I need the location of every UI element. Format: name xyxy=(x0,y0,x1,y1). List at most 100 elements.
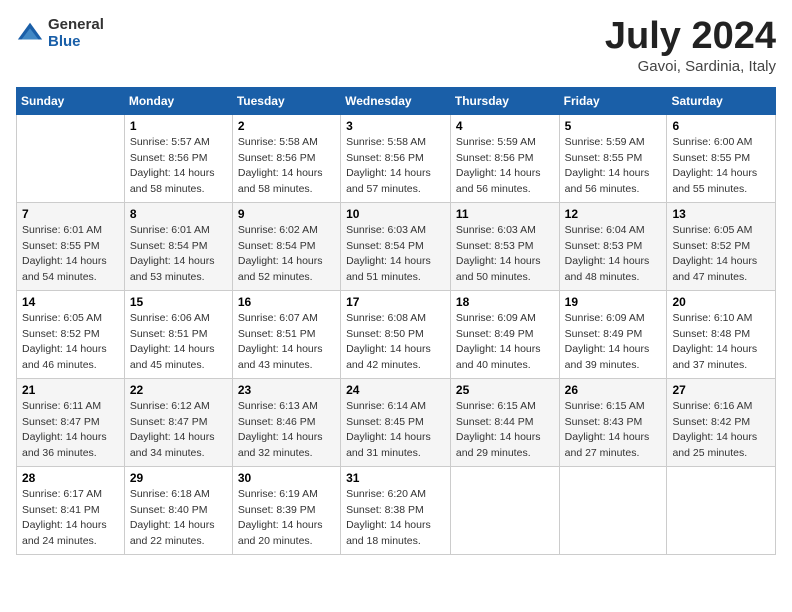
calendar-cell: 12 Sunrise: 6:04 AMSunset: 8:53 PMDayligh… xyxy=(559,202,667,290)
day-info: Sunrise: 6:12 AMSunset: 8:47 PMDaylight:… xyxy=(130,399,227,462)
day-number: 11 xyxy=(456,207,554,221)
calendar-cell xyxy=(450,466,559,554)
calendar-cell: 26 Sunrise: 6:15 AMSunset: 8:43 PMDayligh… xyxy=(559,378,667,466)
day-number: 7 xyxy=(22,207,119,221)
day-info: Sunrise: 6:04 AMSunset: 8:53 PMDaylight:… xyxy=(565,223,662,286)
day-number: 20 xyxy=(672,295,770,309)
calendar-cell: 27 Sunrise: 6:16 AMSunset: 8:42 PMDayligh… xyxy=(667,378,776,466)
day-number: 5 xyxy=(565,119,662,133)
day-info: Sunrise: 6:01 AMSunset: 8:55 PMDaylight:… xyxy=(22,223,119,286)
day-number: 8 xyxy=(130,207,227,221)
calendar-cell: 13 Sunrise: 6:05 AMSunset: 8:52 PMDayligh… xyxy=(667,202,776,290)
weekday-header-tuesday: Tuesday xyxy=(232,87,340,114)
calendar-cell: 18 Sunrise: 6:09 AMSunset: 8:49 PMDayligh… xyxy=(450,290,559,378)
calendar-cell: 19 Sunrise: 6:09 AMSunset: 8:49 PMDayligh… xyxy=(559,290,667,378)
day-number: 17 xyxy=(346,295,445,309)
calendar-week-row: 1Sunrise: 5:57 AMSunset: 8:56 PMDaylight… xyxy=(17,114,776,202)
day-info: Sunrise: 5:58 AMSunset: 8:56 PMDaylight:… xyxy=(346,135,445,198)
day-info: Sunrise: 6:07 AMSunset: 8:51 PMDaylight:… xyxy=(238,311,335,374)
month-year-title: July 2024 xyxy=(605,16,776,58)
day-number: 28 xyxy=(22,471,119,485)
calendar-cell: 24Sunrise: 6:14 AMSunset: 8:45 PMDayligh… xyxy=(341,378,451,466)
day-number: 12 xyxy=(565,207,662,221)
logo-blue: Blue xyxy=(48,33,104,50)
day-info: Sunrise: 5:58 AMSunset: 8:56 PMDaylight:… xyxy=(238,135,335,198)
day-info: Sunrise: 6:19 AMSunset: 8:39 PMDaylight:… xyxy=(238,487,335,550)
day-number: 25 xyxy=(456,383,554,397)
day-info: Sunrise: 6:05 AMSunset: 8:52 PMDaylight:… xyxy=(672,223,770,286)
day-number: 19 xyxy=(565,295,662,309)
day-info: Sunrise: 6:01 AMSunset: 8:54 PMDaylight:… xyxy=(130,223,227,286)
day-number: 2 xyxy=(238,119,335,133)
calendar-cell: 2 Sunrise: 5:58 AMSunset: 8:56 PMDaylight… xyxy=(232,114,340,202)
day-info: Sunrise: 6:11 AMSunset: 8:47 PMDaylight:… xyxy=(22,399,119,462)
calendar-cell: 1Sunrise: 5:57 AMSunset: 8:56 PMDaylight… xyxy=(124,114,232,202)
location-subtitle: Gavoi, Sardinia, Italy xyxy=(605,58,776,75)
calendar-cell: 29 Sunrise: 6:18 AMSunset: 8:40 PMDayligh… xyxy=(124,466,232,554)
calendar-cell: 22 Sunrise: 6:12 AMSunset: 8:47 PMDayligh… xyxy=(124,378,232,466)
day-info: Sunrise: 5:59 AMSunset: 8:55 PMDaylight:… xyxy=(565,135,662,198)
day-number: 31 xyxy=(346,471,445,485)
day-number: 29 xyxy=(130,471,227,485)
day-info: Sunrise: 6:10 AMSunset: 8:48 PMDaylight:… xyxy=(672,311,770,374)
logo-general: General xyxy=(48,16,104,33)
day-number: 13 xyxy=(672,207,770,221)
day-info: Sunrise: 6:17 AMSunset: 8:41 PMDaylight:… xyxy=(22,487,119,550)
day-number: 9 xyxy=(238,207,335,221)
day-number: 14 xyxy=(22,295,119,309)
day-info: Sunrise: 6:13 AMSunset: 8:46 PMDaylight:… xyxy=(238,399,335,462)
calendar-cell xyxy=(667,466,776,554)
day-number: 16 xyxy=(238,295,335,309)
calendar-cell: 20 Sunrise: 6:10 AMSunset: 8:48 PMDayligh… xyxy=(667,290,776,378)
calendar-cell xyxy=(17,114,125,202)
calendar-cell: 30 Sunrise: 6:19 AMSunset: 8:39 PMDayligh… xyxy=(232,466,340,554)
day-number: 15 xyxy=(130,295,227,309)
calendar-week-row: 21 Sunrise: 6:11 AMSunset: 8:47 PMDayligh… xyxy=(17,378,776,466)
weekday-header-saturday: Saturday xyxy=(667,87,776,114)
calendar-cell: 28 Sunrise: 6:17 AMSunset: 8:41 PMDayligh… xyxy=(17,466,125,554)
day-number: 23 xyxy=(238,383,335,397)
day-info: Sunrise: 6:09 AMSunset: 8:49 PMDaylight:… xyxy=(565,311,662,374)
calendar-cell: 21 Sunrise: 6:11 AMSunset: 8:47 PMDayligh… xyxy=(17,378,125,466)
day-info: Sunrise: 6:09 AMSunset: 8:49 PMDaylight:… xyxy=(456,311,554,374)
day-info: Sunrise: 5:59 AMSunset: 8:56 PMDaylight:… xyxy=(456,135,554,198)
day-number: 10 xyxy=(346,207,445,221)
day-number: 6 xyxy=(672,119,770,133)
day-number: 30 xyxy=(238,471,335,485)
calendar-cell: 14 Sunrise: 6:05 AMSunset: 8:52 PMDayligh… xyxy=(17,290,125,378)
day-number: 27 xyxy=(672,383,770,397)
day-info: Sunrise: 5:57 AMSunset: 8:56 PMDaylight:… xyxy=(130,135,227,198)
calendar-cell: 17Sunrise: 6:08 AMSunset: 8:50 PMDayligh… xyxy=(341,290,451,378)
day-number: 3 xyxy=(346,119,445,133)
day-number: 22 xyxy=(130,383,227,397)
calendar-cell: 8 Sunrise: 6:01 AMSunset: 8:54 PMDaylight… xyxy=(124,202,232,290)
day-info: Sunrise: 6:06 AMSunset: 8:51 PMDaylight:… xyxy=(130,311,227,374)
day-number: 21 xyxy=(22,383,119,397)
logo: General Blue xyxy=(16,16,104,50)
day-info: Sunrise: 6:03 AMSunset: 8:54 PMDaylight:… xyxy=(346,223,445,286)
weekday-header-thursday: Thursday xyxy=(450,87,559,114)
calendar-cell: 31 Sunrise: 6:20 AMSunset: 8:38 PMDayligh… xyxy=(341,466,451,554)
calendar-cell: 4Sunrise: 5:59 AMSunset: 8:56 PMDaylight… xyxy=(450,114,559,202)
calendar-cell: 15 Sunrise: 6:06 AMSunset: 8:51 PMDayligh… xyxy=(124,290,232,378)
calendar-cell: 10 Sunrise: 6:03 AMSunset: 8:54 PMDayligh… xyxy=(341,202,451,290)
day-info: Sunrise: 6:05 AMSunset: 8:52 PMDaylight:… xyxy=(22,311,119,374)
day-info: Sunrise: 6:15 AMSunset: 8:44 PMDaylight:… xyxy=(456,399,554,462)
page-header: General Blue July 2024 Gavoi, Sardinia, … xyxy=(16,16,776,75)
weekday-header-sunday: Sunday xyxy=(17,87,125,114)
day-info: Sunrise: 6:15 AMSunset: 8:43 PMDaylight:… xyxy=(565,399,662,462)
logo-icon xyxy=(16,19,44,47)
day-info: Sunrise: 6:18 AMSunset: 8:40 PMDaylight:… xyxy=(130,487,227,550)
calendar-cell: 25 Sunrise: 6:15 AMSunset: 8:44 PMDayligh… xyxy=(450,378,559,466)
calendar-cell: 3 Sunrise: 5:58 AMSunset: 8:56 PMDaylight… xyxy=(341,114,451,202)
day-info: Sunrise: 6:16 AMSunset: 8:42 PMDaylight:… xyxy=(672,399,770,462)
calendar-cell: 5 Sunrise: 5:59 AMSunset: 8:55 PMDaylight… xyxy=(559,114,667,202)
day-info: Sunrise: 6:00 AMSunset: 8:55 PMDaylight:… xyxy=(672,135,770,198)
calendar-cell: 7 Sunrise: 6:01 AMSunset: 8:55 PMDaylight… xyxy=(17,202,125,290)
day-number: 26 xyxy=(565,383,662,397)
day-number: 18 xyxy=(456,295,554,309)
calendar-cell: 23 Sunrise: 6:13 AMSunset: 8:46 PMDayligh… xyxy=(232,378,340,466)
day-info: Sunrise: 6:20 AMSunset: 8:38 PMDaylight:… xyxy=(346,487,445,550)
calendar-week-row: 14 Sunrise: 6:05 AMSunset: 8:52 PMDayligh… xyxy=(17,290,776,378)
calendar-cell: 11Sunrise: 6:03 AMSunset: 8:53 PMDayligh… xyxy=(450,202,559,290)
